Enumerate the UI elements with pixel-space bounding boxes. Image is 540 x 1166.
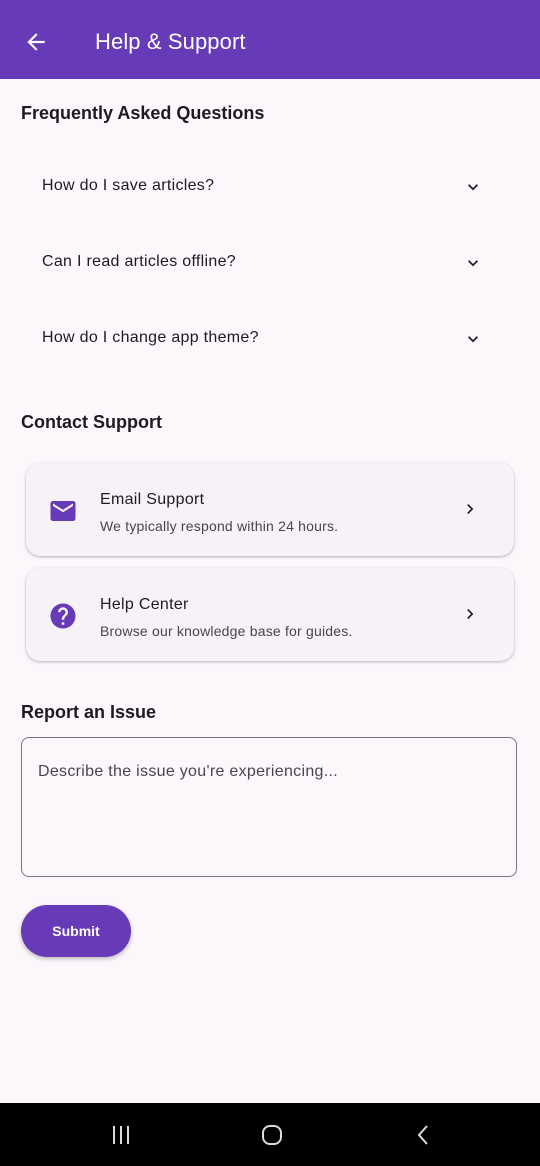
help-support-screen: Help & Support Frequently Asked Question… [0,0,540,1166]
recents-icon [113,1126,129,1144]
email-support-card[interactable]: Email Support We typically respond withi… [26,463,514,556]
faq-section-title: Frequently Asked Questions [21,103,265,123]
faq-question: How do I change app theme? [42,329,259,346]
chevron-right-icon [467,504,474,514]
back-button[interactable] [14,20,58,64]
back-icon [417,1125,428,1145]
chevron-down-icon [468,336,478,343]
home-icon [262,1125,282,1145]
help-center-card[interactable]: Help Center Browse our knowledge base fo… [26,568,514,661]
faq-question: Can I read articles offline? [42,253,236,270]
home-button[interactable] [256,1119,288,1151]
arrow-back-icon [27,33,45,51]
app-bar: Help & Support [0,0,540,79]
recents-button[interactable] [105,1119,137,1151]
issue-placeholder: Describe the issue you're experiencing..… [38,763,338,780]
card-subtitle: We typically respond within 24 hours. [100,518,339,534]
system-back-button[interactable] [408,1119,440,1151]
chevron-right-icon [467,609,474,619]
system-nav-bar [0,1103,540,1166]
card-title: Email Support [100,491,205,508]
email-icon [50,501,76,521]
chevron-down-icon [468,184,478,191]
page-title: Help & Support [95,29,246,54]
card-title: Help Center [100,596,189,613]
card-subtitle: Browse our knowledge base for guides. [100,623,353,639]
faq-item-change-theme[interactable]: How do I change app theme? [21,304,519,374]
help-icon [50,603,76,629]
issue-description-field[interactable]: Describe the issue you're experiencing..… [21,737,517,877]
submit-button[interactable]: Submit [21,905,131,957]
report-section-title: Report an Issue [21,702,157,722]
chevron-down-icon [468,260,478,267]
faq-question: How do I save articles? [42,177,215,194]
contact-section-title: Contact Support [21,412,162,432]
faq-item-save-articles[interactable]: How do I save articles? [21,152,519,222]
faq-item-read-offline[interactable]: Can I read articles offline? [21,228,519,298]
